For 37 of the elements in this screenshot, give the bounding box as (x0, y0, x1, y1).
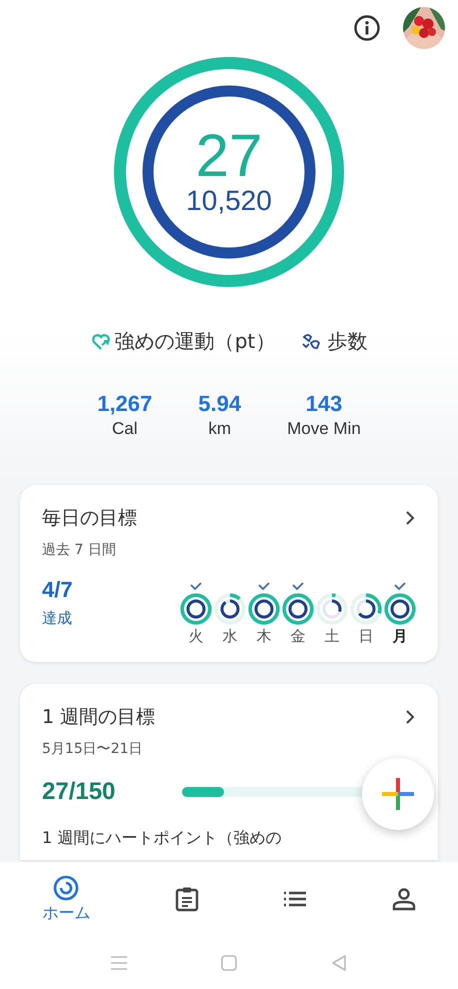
weekday-label: 水 (222, 627, 238, 646)
legend-label: 歩数 (327, 328, 368, 355)
achieved-label: 達成 (42, 609, 73, 628)
clipboard-icon (174, 886, 199, 912)
chevron-icon[interactable] (404, 709, 416, 725)
person-icon (392, 887, 416, 911)
weekday-label: 日 (358, 627, 374, 646)
stat-label: Cal (112, 419, 138, 439)
weekday-label: 火 (188, 627, 204, 646)
card-subtitle: 過去 7 日間 (42, 541, 117, 559)
stat-label: km (208, 419, 232, 439)
weekday-label: 木 (256, 627, 272, 646)
stat-value: 1,267 (97, 391, 152, 417)
weekday-label: 金 (290, 627, 306, 646)
legend-label: 強めの運動（pt） (114, 328, 276, 355)
achieved-count: 4/7 (42, 577, 73, 603)
card-title: 1 週間の目標 (42, 705, 156, 730)
chevron-icon[interactable] (404, 510, 416, 526)
steps-value: 10,520 (186, 185, 272, 217)
heart-points-value: 27 (196, 127, 262, 185)
nav-tab[interactable]: ホーム (34, 870, 98, 928)
info-icon[interactable] (353, 14, 381, 42)
stat-label: Move Min (287, 419, 361, 439)
stat-value: 5.94 (198, 391, 242, 417)
plus-icon (382, 778, 414, 810)
weekly-goal-card[interactable]: 1 週間の目標 5月15日〜21日 27/150 1 週間にハートポイント（強めの (20, 684, 438, 860)
stat-value: 143 (306, 391, 342, 417)
weekly-progress-value: 27/150 (42, 778, 116, 806)
weekday-label: 月 (392, 627, 408, 646)
heart-icon (90, 332, 111, 350)
rings-icon (53, 874, 80, 900)
weekday-label: 土 (324, 627, 340, 646)
daily-goals-card[interactable]: 毎日の目標 過去 7 日間 4/7 達成 火 水 木 金 土 日 月 (20, 485, 438, 662)
list-icon (283, 890, 308, 908)
description-text: 1 週間にハートポイント（強めの (42, 828, 282, 849)
card-title: 毎日の目標 (42, 506, 137, 531)
card-subtitle: 5月15日〜21日 (42, 740, 144, 758)
